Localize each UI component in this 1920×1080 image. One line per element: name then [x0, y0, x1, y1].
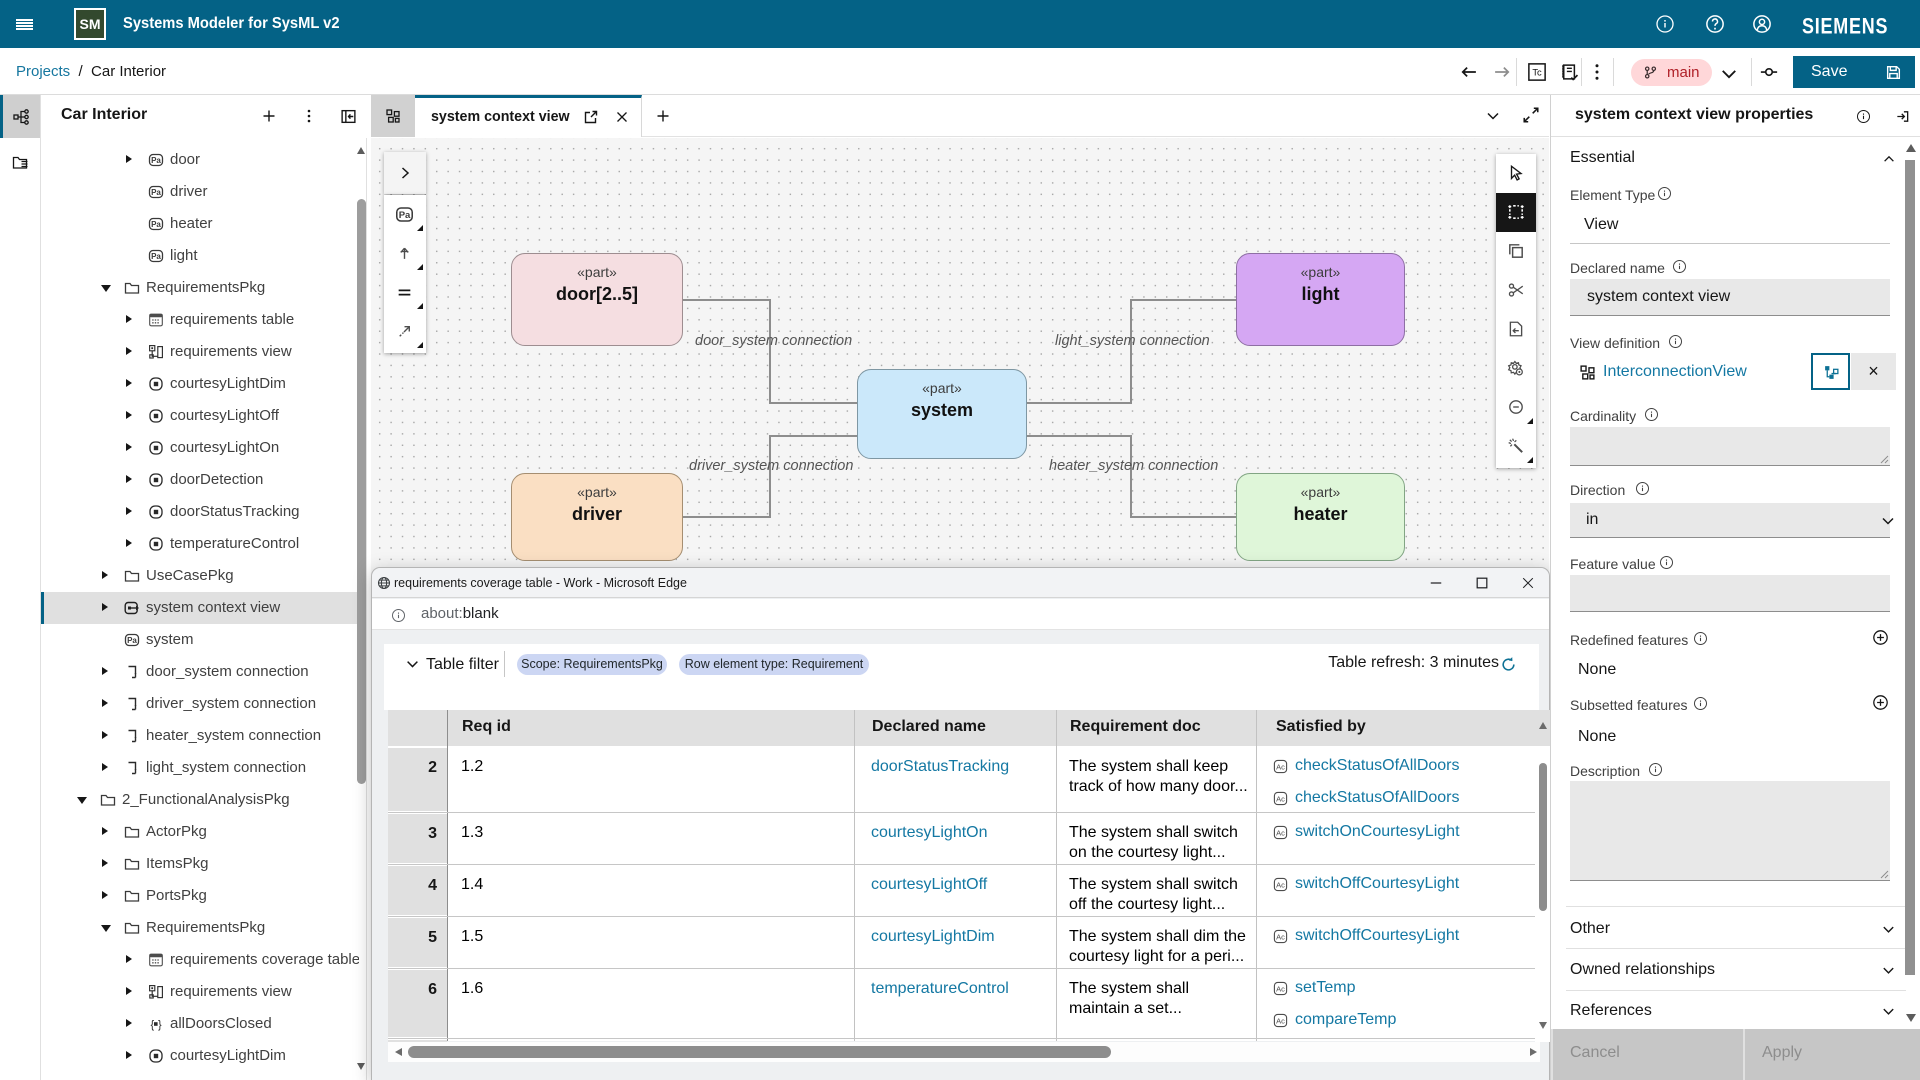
svg-text:Tc: Tc — [1532, 68, 1542, 78]
